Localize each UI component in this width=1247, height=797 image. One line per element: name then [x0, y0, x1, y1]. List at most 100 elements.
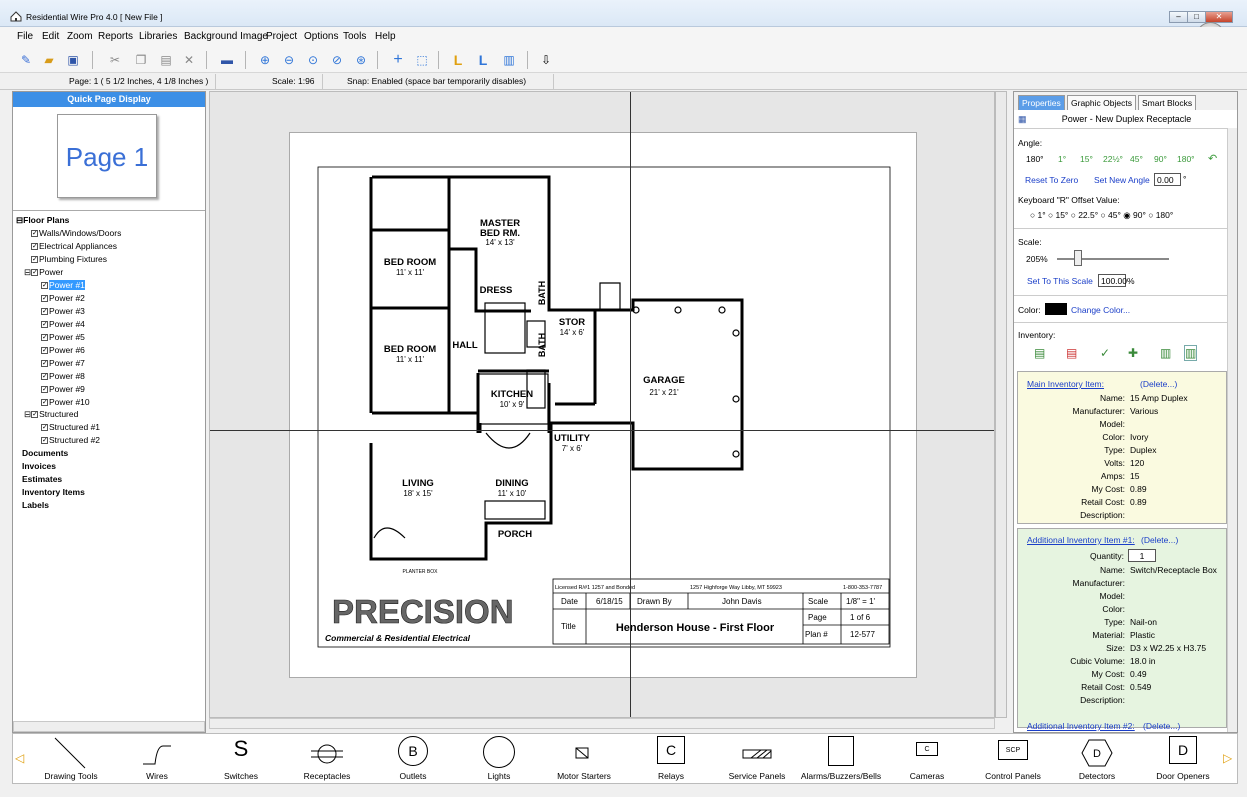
- menu-file[interactable]: File: [17, 31, 33, 42]
- menu-tools[interactable]: Tools: [343, 31, 366, 42]
- rotate-icon[interactable]: ↶: [1208, 152, 1217, 165]
- tab-smart-blocks[interactable]: Smart Blocks: [1138, 95, 1197, 110]
- tree-power-6[interactable]: ✓Power #6: [41, 345, 85, 355]
- tree-structured-1[interactable]: ✓Structured #1: [41, 422, 100, 432]
- menu-reports[interactable]: Reports: [98, 31, 133, 42]
- down-arrow-icon[interactable]: ⇩: [537, 51, 555, 69]
- set-to-this-scale-link[interactable]: Set To This Scale: [1027, 276, 1093, 286]
- paste-icon[interactable]: ▤: [157, 51, 175, 69]
- tree-power-2[interactable]: ✓Power #2: [41, 293, 85, 303]
- tree-electrical-appliances[interactable]: ✓Electrical Appliances: [31, 241, 117, 251]
- tree-floor-plans[interactable]: ⊟Floor Plans: [16, 215, 69, 226]
- insert-inventory-icon[interactable]: ✚: [1128, 346, 1138, 360]
- document-icon[interactable]: ▥: [500, 51, 518, 69]
- print-icon[interactable]: ▬: [218, 51, 236, 69]
- menu-zoom[interactable]: Zoom: [67, 31, 93, 42]
- tree-invoices[interactable]: Invoices: [22, 461, 56, 471]
- canvas-vertical-scrollbar[interactable]: [995, 91, 1007, 718]
- menu-background-image[interactable]: Background Image: [184, 31, 268, 42]
- tree-estimates[interactable]: Estimates: [22, 474, 62, 484]
- properties-scrollbar[interactable]: [1227, 128, 1237, 732]
- tree-documents[interactable]: Documents: [22, 448, 68, 458]
- menu-edit[interactable]: Edit: [42, 31, 59, 42]
- crosshair-icon[interactable]: +: [389, 51, 407, 69]
- quantity-input[interactable]: 1: [1128, 549, 1156, 562]
- tree-power-9[interactable]: ✓Power #9: [41, 384, 85, 394]
- tree-inventory-items[interactable]: Inventory Items: [22, 487, 85, 497]
- angle-15-button[interactable]: 15°: [1080, 154, 1093, 164]
- move-up-inventory-icon[interactable]: ▥: [1160, 346, 1171, 360]
- scale-slider-thumb[interactable]: [1074, 250, 1082, 266]
- zoom-page-icon[interactable]: ⊛: [352, 51, 370, 69]
- copy-icon[interactable]: ❐: [132, 51, 150, 69]
- tree-power-1[interactable]: ✓Power #1: [41, 280, 85, 290]
- tool-wires[interactable]: Wires: [119, 734, 195, 784]
- scale-input[interactable]: 100.00: [1098, 274, 1127, 287]
- scroll-right-arrow-icon[interactable]: ▷: [1223, 751, 1232, 765]
- angle-45-button[interactable]: 45°: [1130, 154, 1143, 164]
- additional-item-2-delete-link[interactable]: (Delete...): [1143, 721, 1180, 731]
- menu-options[interactable]: Options: [304, 31, 338, 42]
- tab-graphic-objects[interactable]: Graphic Objects: [1067, 95, 1136, 110]
- tree-structured-2[interactable]: ✓Structured #2: [41, 435, 100, 445]
- zoom-window-icon[interactable]: ⊙: [304, 51, 322, 69]
- tool-detectors[interactable]: D Detectors: [1059, 734, 1135, 784]
- add-inventory-icon[interactable]: ▤: [1034, 346, 1045, 360]
- tree-power-10[interactable]: ✓Power #10: [41, 397, 90, 407]
- tree-power[interactable]: ⊟✓Power: [24, 267, 63, 278]
- tool-cameras[interactable]: C Cameras: [889, 734, 965, 784]
- tool-service-panels[interactable]: Service Panels: [717, 734, 797, 784]
- angle-22-button[interactable]: 22½°: [1103, 154, 1123, 164]
- drawing-canvas[interactable]: MASTER BED RM. BED ROOM BED ROOM DRESS H…: [209, 91, 995, 718]
- tree-power-3[interactable]: ✓Power #3: [41, 306, 85, 316]
- tool-receptacles[interactable]: Receptacles: [289, 734, 365, 784]
- tree-plumbing[interactable]: ✓Plumbing Fixtures: [31, 254, 107, 264]
- tree-power-7[interactable]: ✓Power #7: [41, 358, 85, 368]
- canvas-horizontal-scrollbar[interactable]: [209, 718, 995, 729]
- check-inventory-icon[interactable]: ✓: [1100, 346, 1110, 360]
- save-icon[interactable]: ▣: [64, 51, 82, 69]
- cut-icon[interactable]: ✂: [106, 51, 124, 69]
- delete-icon[interactable]: ✕: [180, 51, 198, 69]
- offset-radio-group[interactable]: ○ 1° ○ 15° ○ 22.5° ○ 45° ◉ 90° ○ 180°: [1030, 210, 1173, 221]
- additional-item-1-delete-link[interactable]: (Delete...): [1141, 535, 1178, 545]
- tool-switches[interactable]: S Switches: [203, 734, 279, 784]
- zoom-in-icon[interactable]: ⊕: [256, 51, 274, 69]
- tool-motor-starters[interactable]: Motor Starters: [545, 734, 623, 784]
- menu-help[interactable]: Help: [375, 31, 396, 42]
- menu-libraries[interactable]: Libraries: [139, 31, 177, 42]
- change-color-link[interactable]: Change Color...: [1071, 305, 1130, 315]
- angle-180-button[interactable]: 180°: [1177, 154, 1195, 164]
- tool-relays[interactable]: C Relays: [633, 734, 709, 784]
- new-angle-input[interactable]: 0.00: [1154, 173, 1181, 186]
- angle-90-button[interactable]: 90°: [1154, 154, 1167, 164]
- reset-to-zero-link[interactable]: Reset To Zero: [1025, 175, 1078, 185]
- tool-control-panels[interactable]: SCP Control Panels: [973, 734, 1053, 784]
- l-tool-blue-icon[interactable]: L: [474, 51, 492, 69]
- new-icon[interactable]: ✎: [17, 51, 35, 69]
- open-folder-icon[interactable]: ▰: [40, 51, 58, 69]
- set-new-angle-link[interactable]: Set New Angle: [1094, 175, 1150, 185]
- left-horizontal-scrollbar[interactable]: [13, 721, 205, 732]
- remove-inventory-icon[interactable]: ▤: [1066, 346, 1077, 360]
- zoom-previous-icon[interactable]: ⊘: [328, 51, 346, 69]
- tree-walls[interactable]: ✓Walls/Windows/Doors: [31, 228, 121, 238]
- tree-labels[interactable]: Labels: [22, 500, 49, 510]
- maximize-button[interactable]: □: [1187, 11, 1206, 23]
- tool-drawing-tools[interactable]: Drawing Tools: [33, 734, 109, 784]
- move-down-inventory-icon[interactable]: ▥: [1184, 345, 1198, 361]
- tool-lights[interactable]: Lights: [461, 734, 537, 784]
- tree-power-8[interactable]: ✓Power #8: [41, 371, 85, 381]
- tree-power-5[interactable]: ✓Power #5: [41, 332, 85, 342]
- menu-project[interactable]: Project: [266, 31, 297, 42]
- zoom-out-icon[interactable]: ⊖: [280, 51, 298, 69]
- tab-properties[interactable]: Properties: [1018, 95, 1065, 110]
- minimize-button[interactable]: –: [1169, 11, 1188, 23]
- scroll-left-arrow-icon[interactable]: ◁: [15, 751, 24, 765]
- tool-outlets[interactable]: B Outlets: [375, 734, 451, 784]
- tool-door-openers[interactable]: D Door Openers: [1145, 734, 1221, 784]
- tree-power-4[interactable]: ✓Power #4: [41, 319, 85, 329]
- color-swatch[interactable]: [1045, 303, 1067, 315]
- angle-1-button[interactable]: 1°: [1058, 154, 1066, 164]
- l-tool-orange-icon[interactable]: L: [449, 51, 467, 69]
